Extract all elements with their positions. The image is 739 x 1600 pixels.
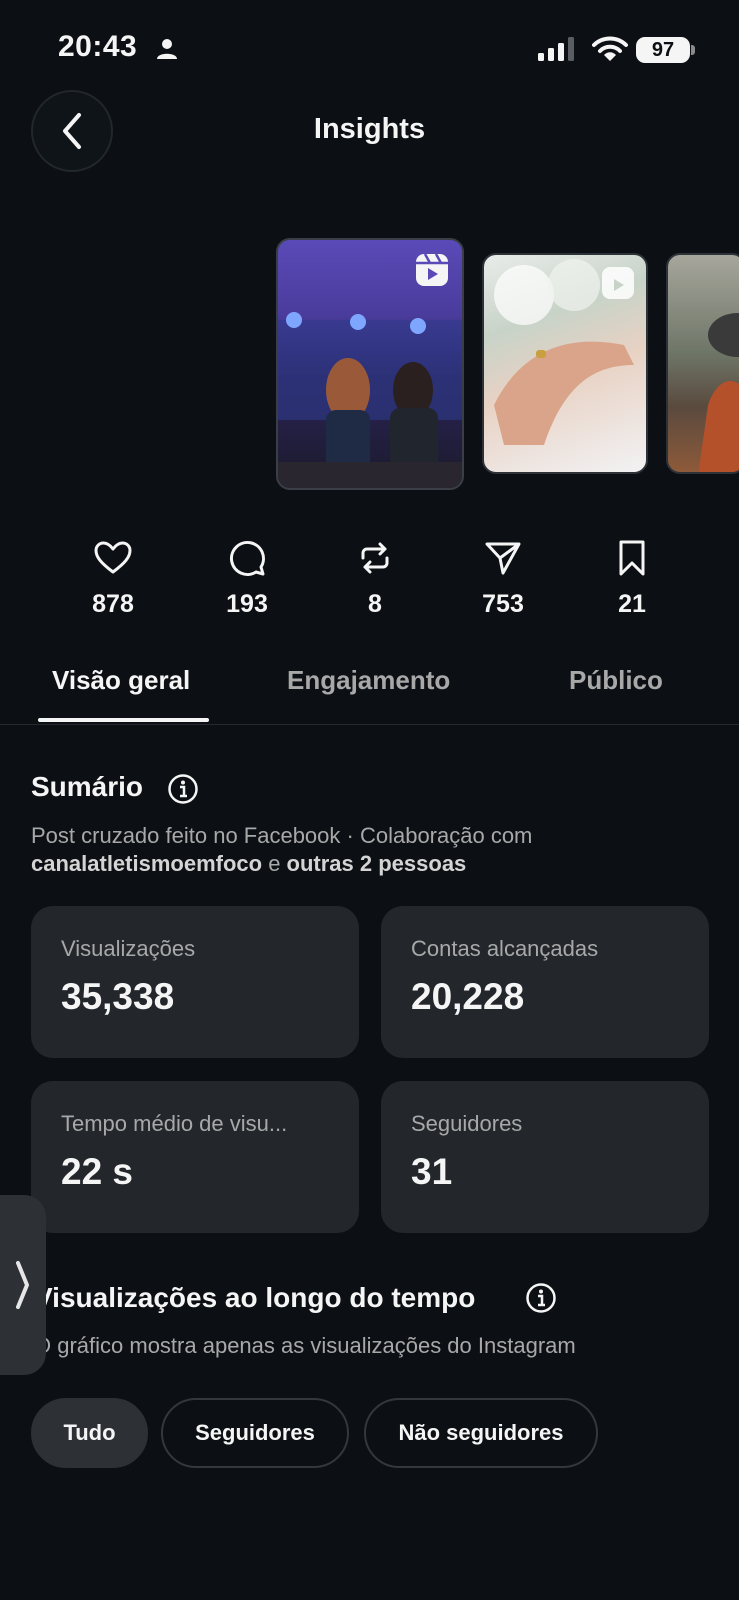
collaborator-link[interactable]: canalatletismoemfoco bbox=[31, 851, 262, 876]
collaboration-connector: e bbox=[262, 851, 287, 876]
side-panel-handle[interactable] bbox=[0, 1195, 46, 1375]
saves-count: 21 bbox=[618, 590, 646, 618]
tabs-divider bbox=[0, 724, 739, 725]
comments-stat: 193 bbox=[192, 538, 302, 619]
tab-engagement[interactable]: Engajamento bbox=[287, 665, 450, 696]
person-icon bbox=[157, 39, 177, 59]
summary-description: Post cruzado feito no Facebook · Colabor… bbox=[31, 823, 533, 848]
status-time: 20:43 bbox=[58, 30, 138, 63]
tab-overview[interactable]: Visão geral bbox=[52, 665, 190, 696]
other-collaborators-link[interactable]: outras 2 pessoas bbox=[287, 851, 467, 876]
post-image bbox=[698, 313, 739, 472]
views-card[interactable]: Visualizações 35,338 bbox=[31, 906, 359, 1058]
summary-title: Sumário bbox=[31, 771, 144, 802]
saves-stat: 21 bbox=[577, 538, 687, 619]
card-label: Seguidores bbox=[411, 1111, 523, 1136]
page-title: Insights bbox=[313, 113, 426, 145]
bookmark-icon bbox=[619, 540, 645, 576]
post-thumbnail[interactable] bbox=[482, 253, 648, 474]
battery-tip bbox=[691, 45, 695, 55]
accounts-reached-card[interactable]: Contas alcançadas 20,228 bbox=[381, 906, 709, 1058]
chevron-right-icon bbox=[16, 1261, 29, 1309]
avg-watch-time-card[interactable]: Tempo médio de visu... 22 s bbox=[31, 1081, 359, 1233]
followers-card[interactable]: Seguidores 31 bbox=[381, 1081, 709, 1233]
post-thumbnail[interactable] bbox=[666, 253, 739, 474]
reels-icon bbox=[602, 267, 634, 299]
filter-followers-chip[interactable]: Seguidores bbox=[161, 1398, 349, 1468]
views-over-time-subtitle: O gráfico mostra apenas as visualizações… bbox=[34, 1333, 576, 1358]
filter-non-followers-chip[interactable]: Não seguidores bbox=[364, 1398, 598, 1468]
card-label: Contas alcançadas bbox=[411, 936, 599, 961]
reposts-stat: 8 bbox=[320, 538, 430, 619]
wifi-icon bbox=[592, 36, 628, 61]
shares-count: 753 bbox=[482, 590, 524, 618]
info-icon[interactable] bbox=[525, 1282, 557, 1314]
comment-icon bbox=[230, 541, 265, 576]
card-value: 31 bbox=[411, 1151, 453, 1192]
info-icon[interactable] bbox=[167, 773, 199, 805]
collaboration-line: canalatletismoemfoco e outras 2 pessoas bbox=[31, 850, 466, 878]
filter-all-chip[interactable]: Tudo bbox=[31, 1398, 148, 1468]
card-label: Tempo médio de visu... bbox=[61, 1111, 288, 1136]
card-value: 35,338 bbox=[61, 976, 175, 1017]
heart-icon bbox=[94, 541, 132, 574]
post-thumbnail-selected[interactable] bbox=[276, 238, 464, 490]
repost-icon bbox=[361, 542, 389, 574]
active-tab-indicator bbox=[38, 718, 209, 722]
views-over-time-title: Visualizações ao longo do tempo bbox=[34, 1282, 476, 1313]
comments-count: 193 bbox=[226, 590, 268, 618]
reels-icon bbox=[416, 253, 448, 286]
card-value: 20,228 bbox=[411, 976, 525, 1017]
reposts-count: 8 bbox=[368, 590, 382, 618]
battery-indicator: 97 bbox=[636, 37, 690, 63]
cellular-signal-icon bbox=[538, 37, 574, 61]
likes-count: 878 bbox=[92, 590, 134, 618]
card-label: Visualizações bbox=[61, 936, 196, 961]
likes-stat: 878 bbox=[58, 538, 168, 619]
share-icon bbox=[485, 542, 521, 575]
shares-stat: 753 bbox=[448, 538, 558, 619]
tab-audience[interactable]: Público bbox=[569, 665, 663, 696]
card-value: 22 s bbox=[61, 1151, 134, 1192]
